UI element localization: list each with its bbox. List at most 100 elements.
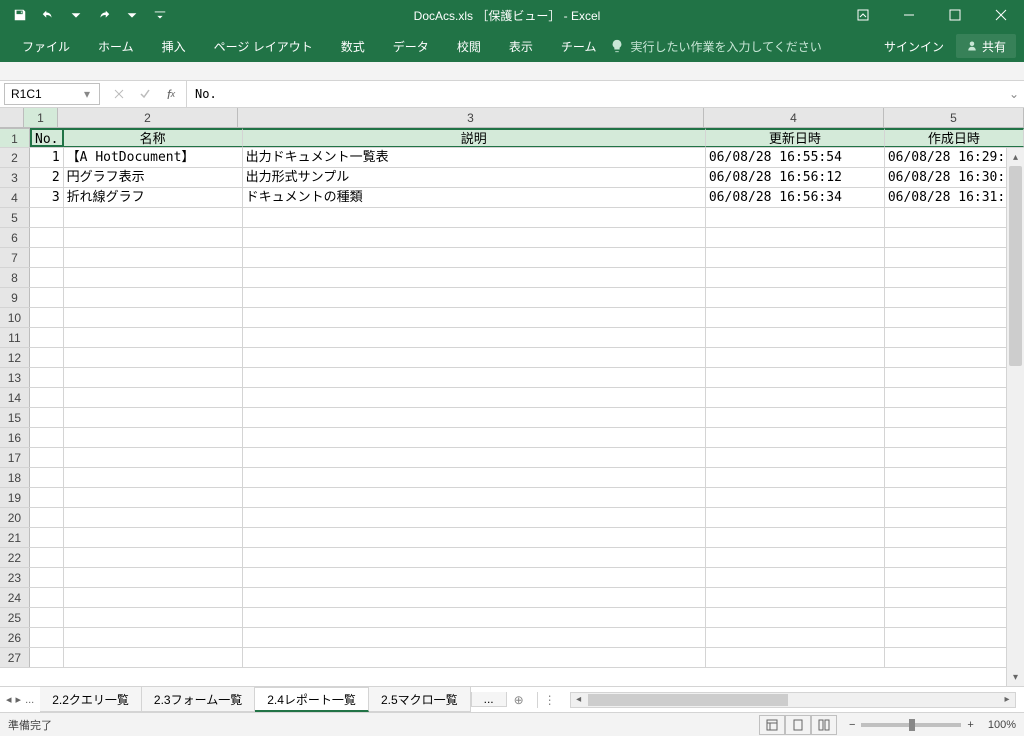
cell[interactable] — [30, 348, 64, 367]
cell[interactable] — [885, 228, 1024, 247]
name-box[interactable]: ▾ — [4, 83, 100, 105]
cell[interactable]: 06/08/28 16:31: — [885, 188, 1024, 207]
cell[interactable] — [64, 388, 243, 407]
column-header[interactable]: 3 — [238, 108, 704, 127]
cell[interactable] — [243, 488, 706, 507]
cell[interactable] — [243, 208, 706, 227]
column-header[interactable]: 2 — [58, 108, 238, 127]
name-box-input[interactable] — [11, 87, 81, 101]
ribbon-display-options[interactable] — [840, 0, 886, 30]
sheet-tab[interactable]: 2.3フォーム一覧 — [142, 687, 255, 712]
qat-customize-dropdown[interactable] — [146, 1, 174, 29]
cell[interactable] — [885, 348, 1024, 367]
close-button[interactable] — [978, 0, 1024, 30]
row-header[interactable]: 25 — [0, 608, 30, 627]
row-header[interactable]: 6 — [0, 228, 30, 247]
cell[interactable] — [64, 248, 243, 267]
view-normal-button[interactable] — [759, 715, 785, 735]
cell[interactable] — [885, 268, 1024, 287]
cell[interactable] — [243, 328, 706, 347]
cell[interactable]: 06/08/28 16:29: — [885, 148, 1024, 167]
view-page-break-button[interactable] — [811, 715, 837, 735]
cell[interactable] — [706, 468, 885, 487]
cell[interactable] — [30, 508, 64, 527]
cell[interactable] — [243, 508, 706, 527]
signin-link[interactable]: サインイン — [872, 38, 956, 55]
row-header[interactable]: 20 — [0, 508, 30, 527]
cell[interactable] — [885, 388, 1024, 407]
cell[interactable] — [243, 228, 706, 247]
row-header[interactable]: 14 — [0, 388, 30, 407]
cell[interactable] — [64, 588, 243, 607]
column-header[interactable]: 1 — [24, 108, 58, 127]
scroll-left-button[interactable]: ◂ — [571, 693, 587, 707]
cell[interactable]: 説明 — [243, 128, 706, 147]
cell[interactable] — [706, 588, 885, 607]
cell[interactable] — [885, 608, 1024, 627]
cell[interactable] — [30, 388, 64, 407]
tab-view[interactable]: 表示 — [495, 30, 547, 62]
tab-insert[interactable]: 挿入 — [148, 30, 200, 62]
cell[interactable] — [706, 328, 885, 347]
cell[interactable] — [885, 488, 1024, 507]
cell[interactable] — [64, 608, 243, 627]
cell[interactable] — [885, 548, 1024, 567]
cell[interactable] — [885, 208, 1024, 227]
horizontal-scrollbar[interactable]: ◂ ▸ — [570, 692, 1016, 708]
cell[interactable] — [706, 388, 885, 407]
cell[interactable] — [64, 368, 243, 387]
cell[interactable] — [706, 308, 885, 327]
cell[interactable] — [706, 568, 885, 587]
cell[interactable] — [64, 628, 243, 647]
minimize-button[interactable] — [886, 0, 932, 30]
cell[interactable] — [30, 648, 64, 667]
cell[interactable] — [30, 328, 64, 347]
cell[interactable]: 円グラフ表示 — [64, 168, 243, 187]
cell[interactable] — [885, 428, 1024, 447]
cell[interactable]: 出力形式サンプル — [243, 168, 706, 187]
share-button[interactable]: 共有 — [956, 34, 1016, 58]
cell[interactable] — [706, 608, 885, 627]
cell[interactable] — [706, 508, 885, 527]
tab-review[interactable]: 校閲 — [443, 30, 495, 62]
cell[interactable] — [30, 528, 64, 547]
cell[interactable] — [706, 408, 885, 427]
sheet-nav-prev[interactable]: ◂ — [6, 693, 12, 706]
row-header[interactable]: 3 — [0, 168, 30, 187]
cell[interactable] — [243, 408, 706, 427]
row-header[interactable]: 13 — [0, 368, 30, 387]
cell[interactable] — [706, 628, 885, 647]
cell[interactable] — [243, 628, 706, 647]
undo-button[interactable] — [34, 1, 62, 29]
zoom-slider-knob[interactable] — [909, 719, 915, 731]
cell[interactable] — [885, 248, 1024, 267]
row-header[interactable]: 8 — [0, 268, 30, 287]
cell[interactable] — [706, 648, 885, 667]
save-button[interactable] — [6, 1, 34, 29]
row-header[interactable]: 21 — [0, 528, 30, 547]
cell[interactable] — [885, 528, 1024, 547]
zoom-level[interactable]: 100% — [988, 719, 1016, 731]
cell[interactable]: No. — [30, 128, 64, 147]
cell[interactable] — [64, 268, 243, 287]
cell[interactable] — [885, 648, 1024, 667]
cell[interactable] — [64, 488, 243, 507]
tab-file[interactable]: ファイル — [8, 30, 84, 62]
cell[interactable] — [64, 548, 243, 567]
cell[interactable] — [30, 548, 64, 567]
redo-button[interactable] — [90, 1, 118, 29]
zoom-out-button[interactable]: − — [849, 719, 855, 731]
cell[interactable]: ドキュメントの種類 — [243, 188, 706, 207]
cell[interactable] — [64, 348, 243, 367]
cell[interactable] — [243, 268, 706, 287]
row-header[interactable]: 10 — [0, 308, 30, 327]
select-all-corner[interactable] — [0, 108, 24, 127]
row-header[interactable]: 5 — [0, 208, 30, 227]
row-header[interactable]: 16 — [0, 428, 30, 447]
row-header[interactable]: 1 — [0, 128, 30, 147]
insert-function-button[interactable]: fx — [160, 83, 182, 105]
cell[interactable] — [885, 448, 1024, 467]
cell[interactable] — [30, 248, 64, 267]
cell[interactable] — [706, 228, 885, 247]
cell[interactable]: 折れ線グラフ — [64, 188, 243, 207]
